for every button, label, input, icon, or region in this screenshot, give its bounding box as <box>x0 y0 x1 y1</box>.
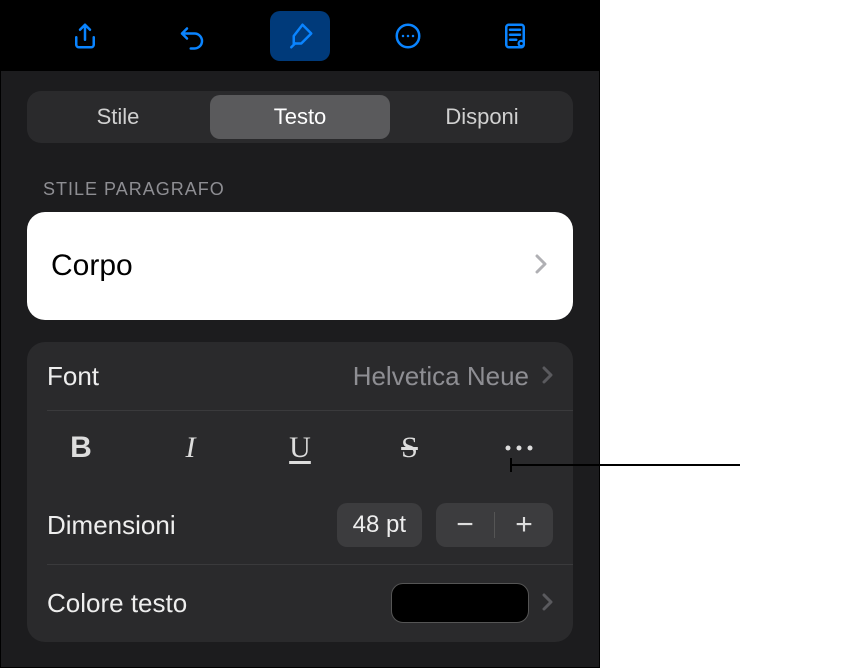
segmented-control-wrap: Stile Testo Disponi <box>1 71 599 159</box>
size-increase-button[interactable]: + <box>495 503 553 547</box>
font-row[interactable]: Font Helvetica Neue <box>27 342 573 410</box>
font-label: Font <box>47 361 99 392</box>
size-row: Dimensioni 48 pt − + <box>27 486 573 564</box>
chevron-right-icon <box>541 588 553 619</box>
paragraph-style-row[interactable]: Corpo <box>27 212 573 320</box>
segment-arrange[interactable]: Disponi <box>391 91 573 143</box>
undo-icon <box>177 21 207 51</box>
undo-button[interactable] <box>162 11 222 61</box>
ellipsis-icon <box>503 443 535 453</box>
size-label: Dimensioni <box>47 510 176 541</box>
share-button[interactable] <box>55 11 115 61</box>
paragraph-style-section-label: Stile paragrafo <box>1 159 599 212</box>
share-icon <box>70 21 100 51</box>
format-button[interactable] <box>270 11 330 61</box>
segment-style[interactable]: Stile <box>27 91 209 143</box>
callout-leader-line <box>510 464 740 466</box>
more-button[interactable] <box>378 11 438 61</box>
chevron-right-icon <box>533 252 549 281</box>
text-color-label: Colore testo <box>47 588 187 619</box>
more-text-options-button[interactable] <box>499 428 539 468</box>
bold-button[interactable]: B <box>61 428 101 468</box>
document-view-icon <box>500 21 530 51</box>
format-brush-icon <box>285 21 315 51</box>
top-toolbar <box>1 1 599 71</box>
ellipsis-circle-icon <box>393 21 423 51</box>
text-color-row[interactable]: Colore testo <box>27 564 573 642</box>
inspector-segmented-control: Stile Testo Disponi <box>27 91 573 143</box>
size-value[interactable]: 48 pt <box>337 503 422 547</box>
strikethrough-button[interactable]: S <box>390 428 430 468</box>
italic-button[interactable]: I <box>171 428 211 468</box>
text-color-swatch[interactable] <box>391 583 529 623</box>
segment-text[interactable]: Testo <box>209 91 391 143</box>
chevron-right-icon <box>541 361 553 392</box>
font-value: Helvetica Neue <box>353 361 529 392</box>
document-view-button[interactable] <box>485 11 545 61</box>
format-inspector-panel: Stile Testo Disponi Stile paragrafo Corp… <box>0 0 600 668</box>
underline-button[interactable]: U <box>280 428 320 468</box>
paragraph-style-value: Corpo <box>51 249 133 283</box>
size-stepper: − + <box>436 503 553 547</box>
size-decrease-button[interactable]: − <box>436 503 494 547</box>
text-format-card: Font Helvetica Neue B I U S <box>27 342 573 642</box>
text-style-buttons-row: B I U S <box>27 410 573 486</box>
